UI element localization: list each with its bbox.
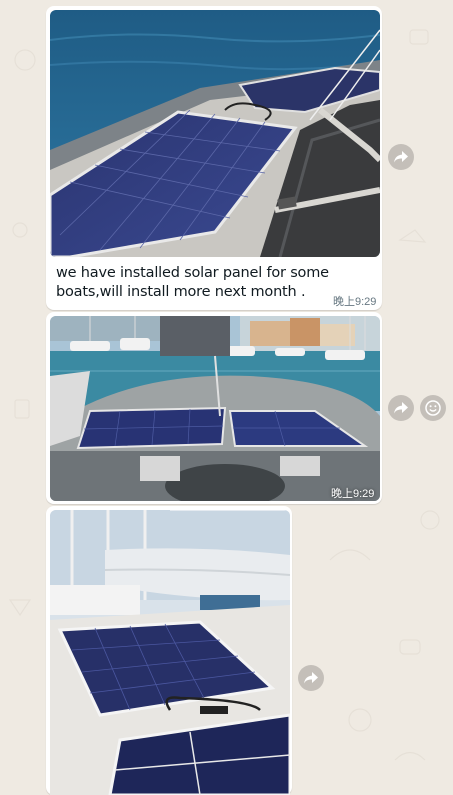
message-time: 晚上9:29 xyxy=(333,296,377,308)
message-caption: we have installed solar panel for some b… xyxy=(56,265,329,300)
boat-solar-panel-photo[interactable] xyxy=(50,10,380,257)
forward-arrow-icon[interactable] xyxy=(298,665,324,691)
marina-boat-solar-photo[interactable] xyxy=(50,316,380,501)
sailboat-deck-solar-photo[interactable] xyxy=(50,510,290,795)
forward-arrow-icon[interactable] xyxy=(388,144,414,170)
forward-arrow-icon[interactable] xyxy=(388,395,414,421)
message-time: 晚上9:29 xyxy=(331,488,375,500)
emoji-smiley-icon[interactable] xyxy=(420,395,446,421)
